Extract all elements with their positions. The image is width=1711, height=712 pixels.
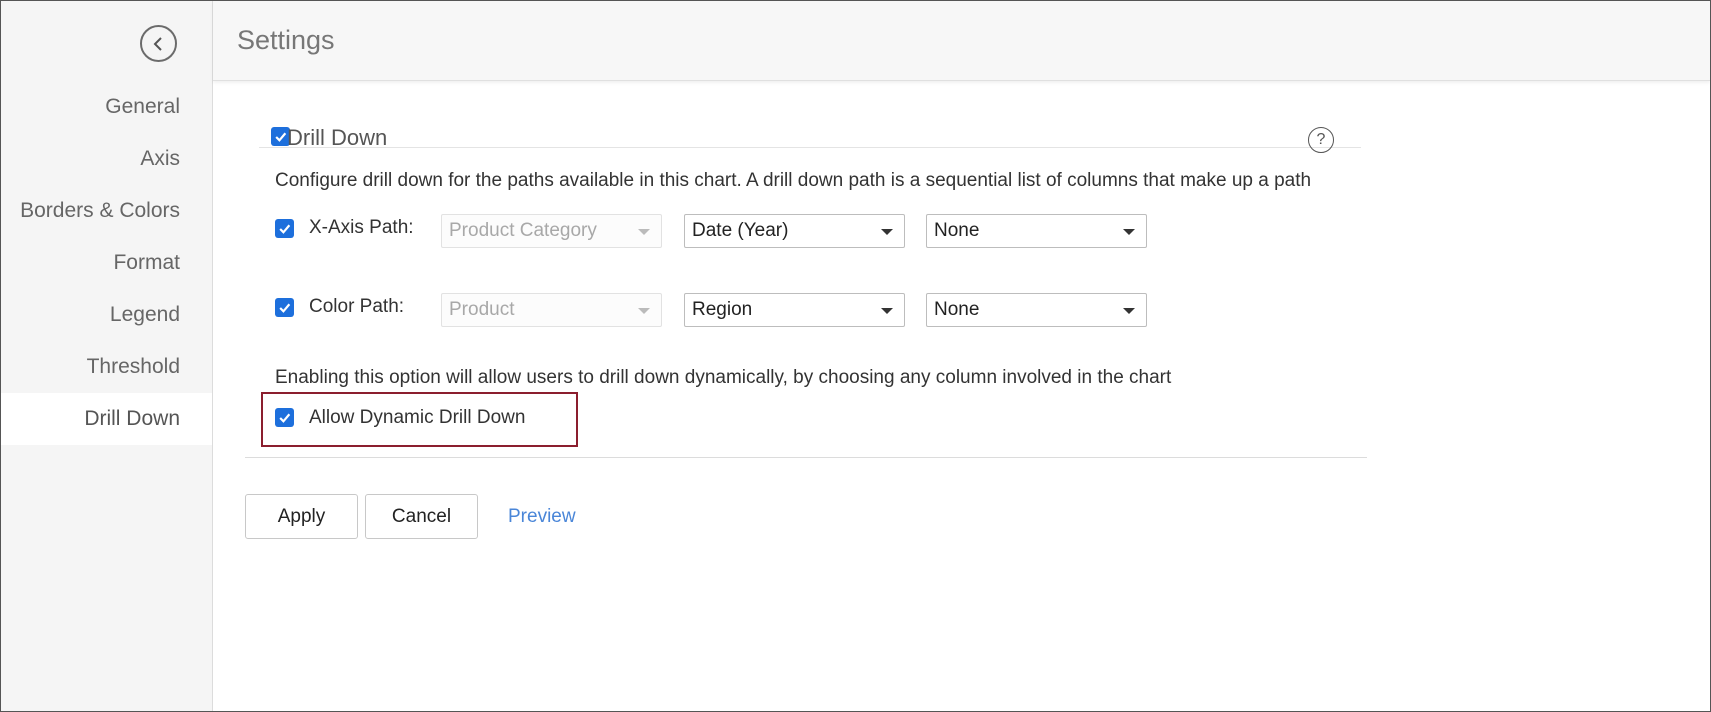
sidebar-item-threshold[interactable]: Threshold <box>1 341 212 393</box>
sidebar-item-legend[interactable]: Legend <box>1 289 212 341</box>
checkmark-icon <box>279 224 291 234</box>
sidebar-item-general[interactable]: General <box>1 81 212 133</box>
x-axis-path-select-2[interactable]: Date (Year) <box>684 214 905 248</box>
chevron-down-icon <box>638 308 650 314</box>
chevron-down-icon <box>1123 229 1135 235</box>
apply-button[interactable]: Apply <box>245 494 358 539</box>
select-value: None <box>934 299 980 320</box>
dynamic-drill-down-description: Enabling this option will allow users to… <box>275 367 1172 388</box>
sidebar-item-borders-colors[interactable]: Borders & Colors <box>1 185 212 237</box>
section-divider <box>245 457 1367 458</box>
allow-dynamic-drill-down-label[interactable]: Allow Dynamic Drill Down <box>309 407 525 429</box>
checkmark-icon <box>279 303 291 313</box>
chevron-down-icon <box>881 229 893 235</box>
x-axis-path-select-1: Product Category <box>441 214 662 248</box>
settings-window: General Axis Borders & Colors Format Leg… <box>0 0 1711 712</box>
main-panel: Drill Down ? Configure drill down for th… <box>213 82 1710 711</box>
drill-down-description: Configure drill down for the paths avail… <box>275 170 1312 191</box>
chevron-left-icon <box>153 36 162 51</box>
select-value: Date (Year) <box>692 220 789 241</box>
sidebar-item-drill-down[interactable]: Drill Down <box>1 393 212 445</box>
chevron-down-icon <box>638 229 650 235</box>
sidebar-item-format[interactable]: Format <box>1 237 212 289</box>
color-path-checkbox[interactable] <box>275 298 294 317</box>
allow-dynamic-drill-down-checkbox[interactable] <box>275 408 294 427</box>
color-path-select-1: Product <box>441 293 662 327</box>
x-axis-path-select-3[interactable]: None <box>926 214 1147 248</box>
sidebar-item-axis[interactable]: Axis <box>1 133 212 185</box>
color-path-select-3[interactable]: None <box>926 293 1147 327</box>
chevron-down-icon <box>881 308 893 314</box>
x-axis-path-checkbox[interactable] <box>275 219 294 238</box>
chevron-down-icon <box>1123 308 1135 314</box>
cancel-button[interactable]: Cancel <box>365 494 478 539</box>
select-value: None <box>934 220 980 241</box>
sidebar: General Axis Borders & Colors Format Leg… <box>1 1 213 711</box>
back-button[interactable] <box>140 25 177 62</box>
select-value: Region <box>692 299 753 320</box>
checkmark-icon <box>279 413 291 423</box>
checkmark-icon <box>275 132 287 142</box>
color-path-select-2[interactable]: Region <box>684 293 905 327</box>
sidebar-nav: General Axis Borders & Colors Format Leg… <box>1 81 212 445</box>
x-axis-path-label: X-Axis Path: <box>309 217 414 238</box>
select-value: Product <box>449 299 515 320</box>
drill-down-title: Drill Down <box>287 125 388 150</box>
drill-down-section-header: Drill Down ? <box>259 100 1361 153</box>
page-title: Settings <box>237 25 335 55</box>
preview-link[interactable]: Preview <box>508 494 576 539</box>
color-path-label: Color Path: <box>309 296 405 317</box>
header: Settings <box>213 1 1710 81</box>
help-icon[interactable]: ? <box>1308 127 1334 153</box>
select-value: Product Category <box>449 220 597 241</box>
